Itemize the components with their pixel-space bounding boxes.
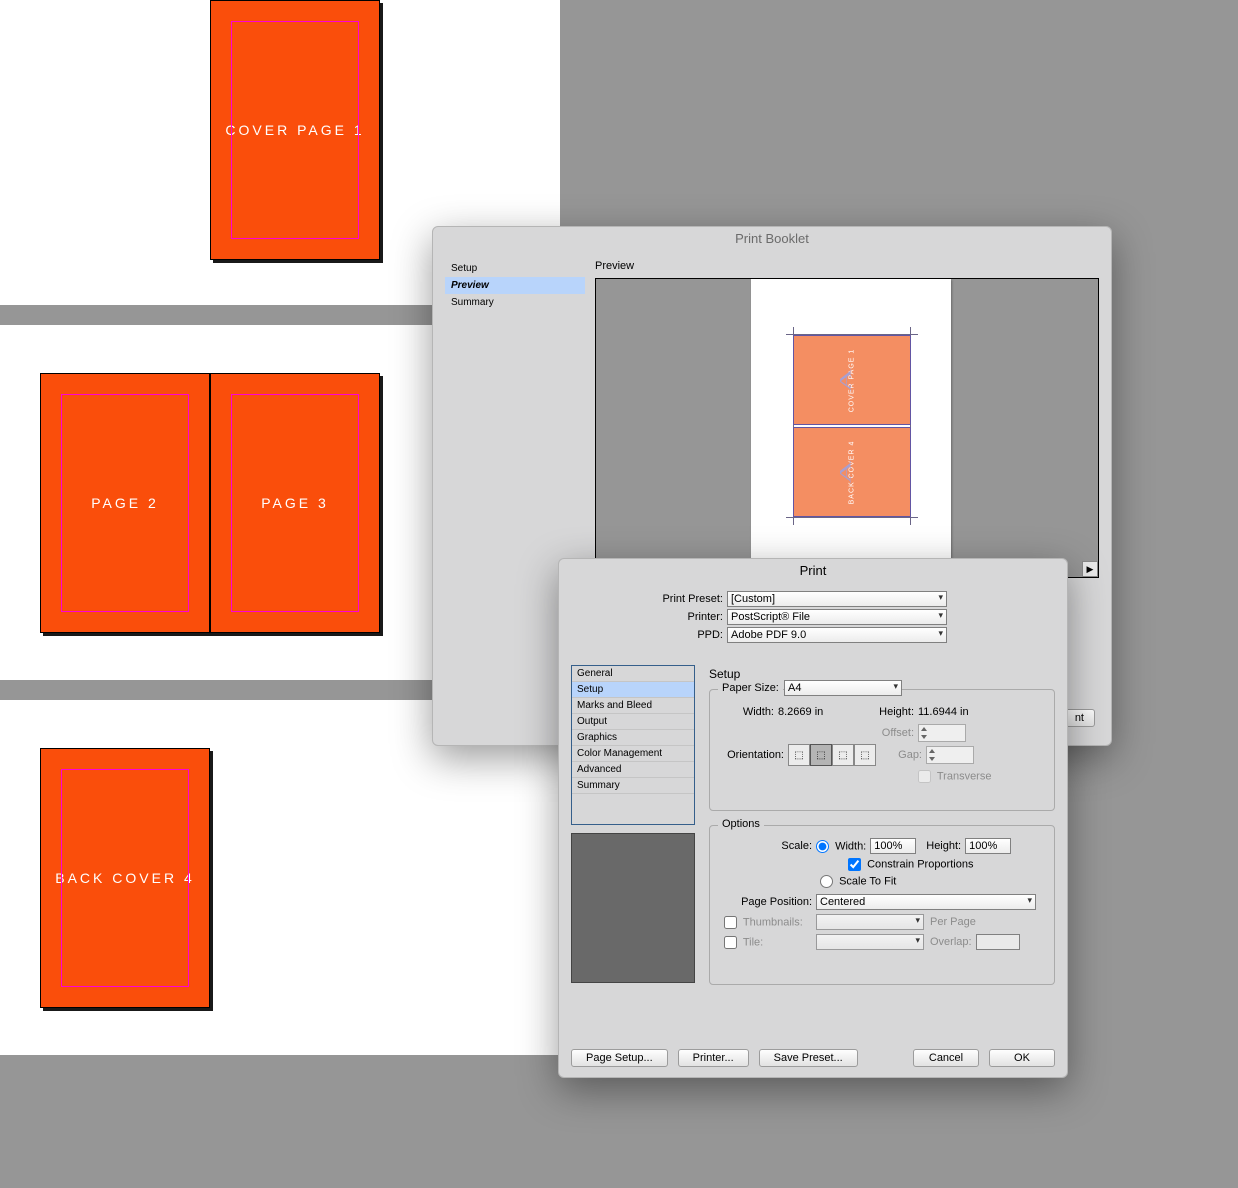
page-3[interactable]: PAGE 3 — [210, 373, 380, 633]
cat-item-marks[interactable]: Marks and Bleed — [572, 698, 694, 714]
print-dialog-footer: Page Setup... Printer... Save Preset... … — [571, 1049, 1055, 1067]
booklet-preview-page-1: COVER PAGE 1 A — [793, 335, 911, 425]
page-margin — [231, 394, 359, 612]
booklet-side-list: Setup Preview Summary — [445, 260, 585, 578]
orientation-reverse-portrait-icon[interactable]: ⬚ — [832, 744, 854, 766]
page-setup-button[interactable]: Page Setup... — [571, 1049, 668, 1067]
tile-checkbox[interactable]: Tile: — [720, 936, 816, 949]
orientation-portrait-icon[interactable]: ⬚ — [788, 744, 810, 766]
printer-button[interactable]: Printer... — [678, 1049, 749, 1067]
page-position-label: Page Position: — [720, 896, 816, 908]
print-thumbnail-preview — [571, 833, 695, 983]
cat-item-graphics[interactable]: Graphics — [572, 730, 694, 746]
paper-size-label: Paper Size: — [718, 682, 783, 694]
overlap-label: Overlap: — [930, 936, 972, 948]
cat-item-general[interactable]: General — [572, 666, 694, 682]
ok-button[interactable]: OK — [989, 1049, 1055, 1067]
setup-height-value: 11.6944 in — [918, 706, 969, 718]
gap-label: Gap: — [882, 749, 926, 761]
orientation-reverse-landscape-icon[interactable]: ⬚ — [854, 744, 876, 766]
preview-canvas[interactable]: COVER PAGE 1 A BACK COVER 4 A ▶ — [595, 278, 1099, 578]
scale-height-label: Height: — [926, 840, 961, 852]
scroll-right-button[interactable]: ▶ — [1082, 561, 1098, 577]
ppd-select[interactable]: Adobe PDF 9.0 — [727, 627, 947, 643]
cat-item-output[interactable]: Output — [572, 714, 694, 730]
scale-width-input[interactable] — [870, 838, 916, 854]
setup-width-label: Width: — [720, 706, 778, 718]
setup-height-label: Height: — [862, 706, 918, 718]
thumbnails-checkbox[interactable]: Thumbnails: — [720, 916, 816, 929]
booklet-preview-panel: Preview COVER PAGE 1 A BACK COVER 4 A ▶ — [595, 260, 1099, 578]
page-position-select[interactable]: Centered — [816, 894, 1036, 910]
print-preset-select[interactable]: [Custom] — [727, 591, 947, 607]
page-back-cover-4[interactable]: BACK COVER 4 — [40, 748, 210, 1008]
setup-width-value: 8.2669 in — [778, 706, 862, 718]
cat-item-colormgmt[interactable]: Color Management — [572, 746, 694, 762]
printer-label: Printer: — [587, 611, 727, 623]
paper-size-select[interactable]: A4 — [784, 680, 902, 696]
dialog-title: Print Booklet — [433, 227, 1111, 250]
options-group-title: Options — [718, 818, 764, 830]
tile-select — [816, 934, 924, 950]
side-item-setup[interactable]: Setup — [445, 260, 585, 277]
cat-item-setup[interactable]: Setup — [572, 682, 694, 698]
print-preset-label: Print Preset: — [587, 593, 727, 605]
scale-to-fit-radio[interactable]: Scale To Fit — [820, 875, 896, 888]
print-category-list: General Setup Marks and Bleed Output Gra… — [571, 665, 695, 825]
scale-width-radio[interactable]: Width: — [816, 840, 866, 853]
cat-item-summary[interactable]: Summary — [572, 778, 694, 794]
ppd-label: PPD: — [587, 629, 727, 641]
side-item-preview[interactable]: Preview — [445, 277, 585, 294]
constrain-proportions-checkbox[interactable]: Constrain Proportions — [848, 858, 973, 871]
dialog-title: Print — [559, 559, 1067, 582]
cancel-button[interactable]: Cancel — [913, 1049, 979, 1067]
side-item-summary[interactable]: Summary — [445, 294, 585, 311]
gap-stepper — [926, 746, 974, 764]
scale-height-input[interactable] — [965, 838, 1011, 854]
options-group: Options Scale: Width: Height: Constrain … — [709, 825, 1055, 985]
orientation-landscape-icon[interactable]: ⬚ — [810, 744, 832, 766]
page-margin — [61, 769, 189, 987]
overlap-input — [976, 934, 1020, 950]
thumbnails-select — [816, 914, 924, 930]
offset-stepper — [918, 724, 966, 742]
save-preset-button[interactable]: Save Preset... — [759, 1049, 858, 1067]
print-dialog[interactable]: Print Print Preset: [Custom] Printer: Po… — [558, 558, 1068, 1078]
page-2[interactable]: PAGE 2 — [40, 373, 210, 633]
page-cover-1[interactable]: COVER PAGE 1 — [210, 0, 380, 260]
offset-label: Offset: — [720, 727, 918, 739]
section-setup-heading: Setup — [709, 667, 1055, 681]
orientation-label: Orientation: — [720, 749, 788, 761]
booklet-preview-page-2: BACK COVER 4 A — [793, 427, 911, 517]
watermark-icon: A — [837, 458, 855, 483]
watermark-icon: A — [837, 366, 855, 391]
cat-item-advanced[interactable]: Advanced — [572, 762, 694, 778]
page-margin — [231, 21, 359, 239]
transverse-checkbox: Transverse — [918, 770, 991, 783]
preview-title: Preview — [595, 260, 1099, 272]
printer-select[interactable]: PostScript® File — [727, 609, 947, 625]
per-page-label: Per Page — [930, 916, 976, 928]
print-button-hidden[interactable]: nt — [1064, 709, 1095, 727]
crop-mark — [786, 517, 918, 518]
paper-size-group: Paper Size: A4 Width: 8.2669 in Height: … — [709, 689, 1055, 811]
page-margin — [61, 394, 189, 612]
scale-label: Scale: — [720, 840, 816, 852]
